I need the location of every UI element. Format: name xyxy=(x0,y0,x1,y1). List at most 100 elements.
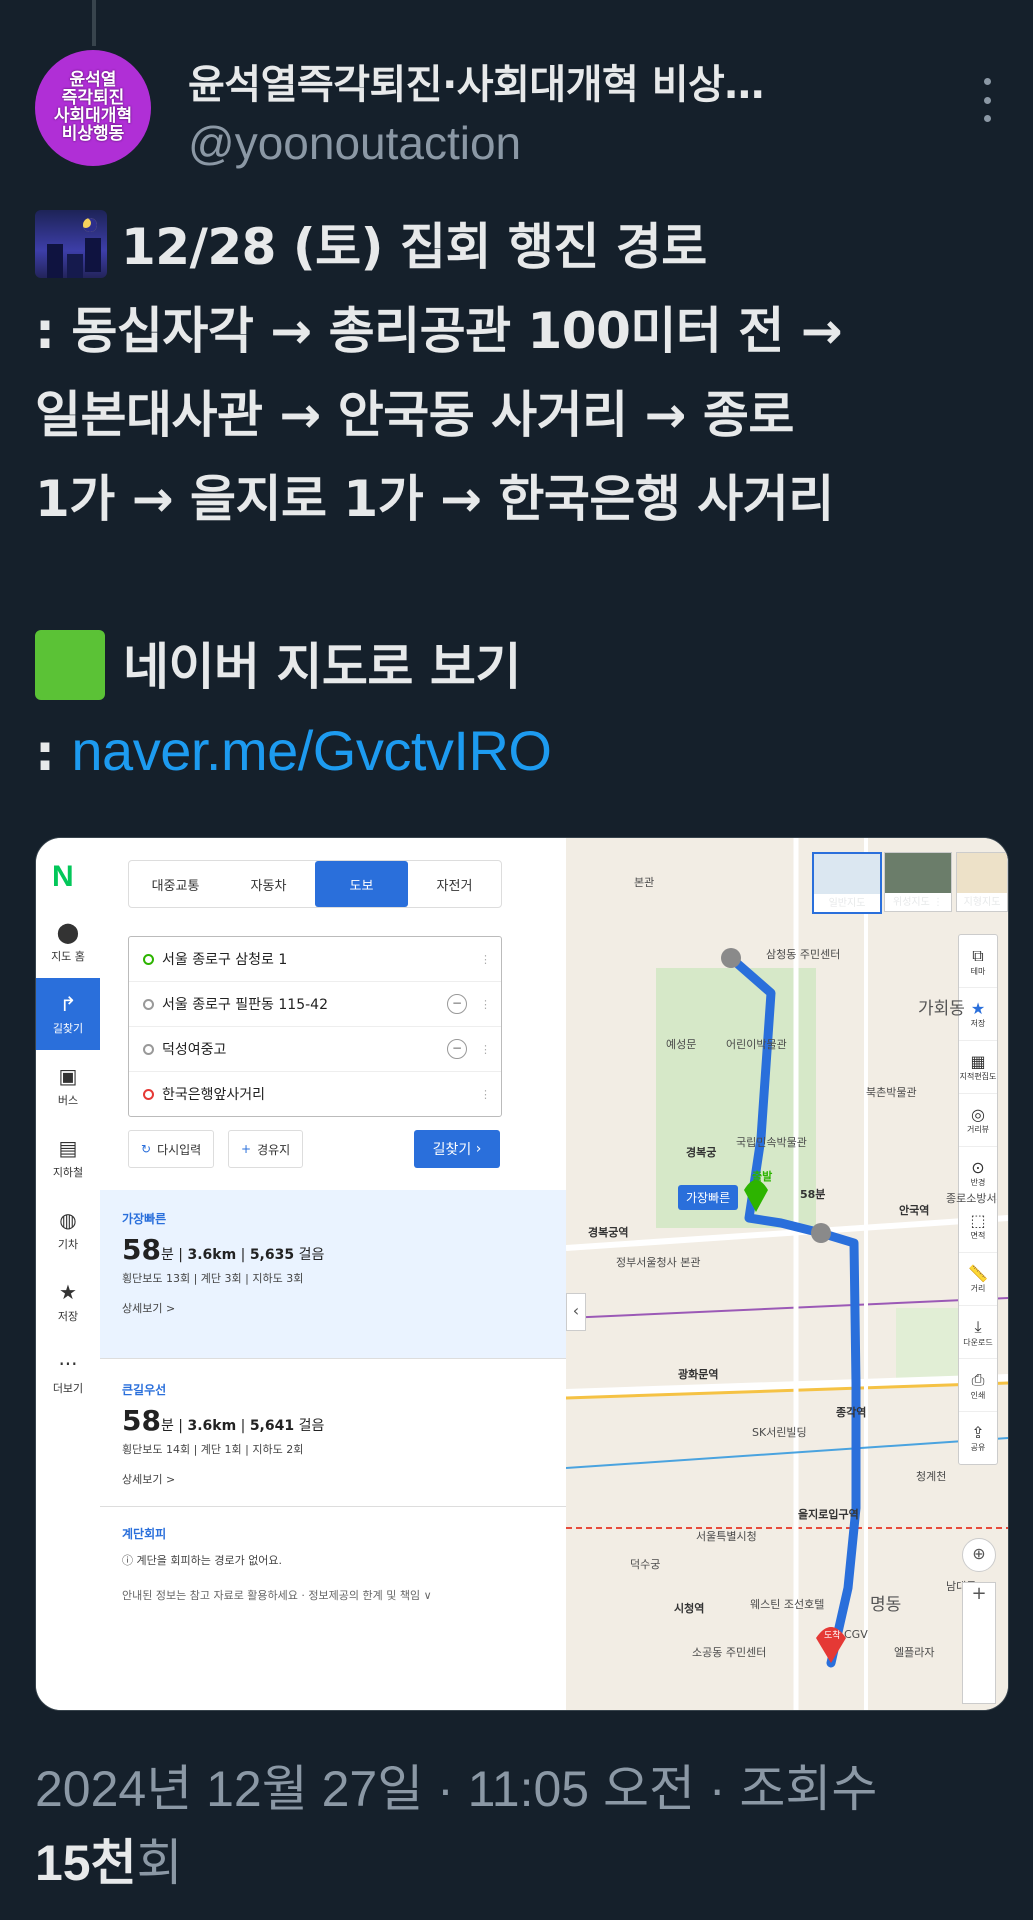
rail-item-home[interactable]: ⬤ 지도 홈 xyxy=(36,906,100,978)
tool-streetview[interactable]: ◎ 거리뷰 xyxy=(959,1094,997,1147)
current-location-icon[interactable]: ⊕ xyxy=(962,1538,996,1572)
rail-item-train[interactable]: ◍ 기차 xyxy=(36,1194,100,1266)
route-detail-link[interactable]: 상세보기 > xyxy=(122,1471,544,1487)
tab-label: 자동차 xyxy=(250,878,287,894)
search-route-button[interactable]: 길찾기 › xyxy=(414,1130,500,1168)
map-label: 명동 xyxy=(870,1595,902,1615)
map-label: 예성문 xyxy=(666,1038,697,1051)
tweet-line-6: 네이버 지도로 보기 xyxy=(123,638,521,696)
reset-button[interactable]: ↻ 다시입력 xyxy=(128,1130,215,1168)
author-display-name[interactable]: 윤석열즉각퇴진·사회대개혁 비상… xyxy=(188,52,764,110)
tweet-timestamp[interactable]: 2024년 12월 27일 · 11:05 오전 · 조회수 xyxy=(35,1761,877,1817)
tool-theme[interactable]: ⧉ 테마 xyxy=(959,935,997,988)
drag-handle-icon[interactable]: ⋮ xyxy=(480,998,491,1011)
rail-item-bus[interactable]: ▣ 버스 xyxy=(36,1050,100,1122)
night-city-emoji-icon xyxy=(35,210,107,278)
map-label: 청계천 xyxy=(916,1470,947,1483)
refresh-icon: ↻ xyxy=(141,1142,152,1156)
rail-label: 버스 xyxy=(57,1094,79,1107)
tweet-link[interactable]: naver.me/GvctvIRO xyxy=(71,719,552,782)
map-label: 종로소방서 xyxy=(946,1192,997,1205)
waypoint-via-1[interactable]: 서울 종로구 필판동 115-42 − ⋮ xyxy=(129,982,501,1027)
via-dot-icon xyxy=(143,1043,154,1055)
tool-distance[interactable]: 📏 거리 xyxy=(959,1253,997,1306)
map-label: 정부서울청사 본관 xyxy=(616,1256,701,1269)
tool-download[interactable]: ⤓ 다운로드 xyxy=(959,1306,997,1359)
add-waypoint-button[interactable]: + 경유지 xyxy=(228,1130,304,1168)
bus-icon: ▣ xyxy=(58,1064,78,1088)
rail-item-saved[interactable]: ★ 저장 xyxy=(36,1266,100,1338)
star-icon: ★ xyxy=(59,1280,77,1304)
rail-item-subway[interactable]: ▤ 지하철 xyxy=(36,1122,100,1194)
map-label: 경복궁 xyxy=(686,1146,717,1159)
media-image-naver-map[interactable]: N ⬤ 지도 홈 ↱ 길찾기 ▣ 버스 ▤ 지하철 ◍ 기차 ★ 저장 ··· 더보기 대중교… xyxy=(35,837,1009,1711)
route-option-main-road[interactable]: 큰길우선 58분 | 3.6km | 5,641 걸음 횡단보도 14회 | 계… xyxy=(100,1358,566,1506)
remove-icon[interactable]: − xyxy=(447,994,467,1014)
tab-label: 자전거 xyxy=(436,878,473,894)
tool-cadastral[interactable]: ▦ 지적편집도 xyxy=(959,1041,997,1094)
drag-handle-icon[interactable]: ⋮ xyxy=(480,1043,491,1056)
map-label: 웨스틴 조선호텔 xyxy=(750,1598,825,1611)
pin-icon: ⬤ xyxy=(56,920,80,944)
waypoint-end[interactable]: 한국은행앞사거리 ⋮ xyxy=(129,1072,501,1116)
waypoint-text: 한국은행앞사거리 xyxy=(162,1087,266,1103)
disclaimer-notice[interactable]: 안내된 정보는 참고 자료로 활용하세요 · 정보제공의 한계 및 책임 ∨ xyxy=(122,1587,542,1603)
area-icon: ⬚ xyxy=(970,1211,986,1230)
map-graphics xyxy=(566,838,1008,1710)
collapse-panel-icon[interactable]: ‹ xyxy=(566,1293,586,1331)
grid-icon: ▦ xyxy=(970,1052,986,1071)
star-icon: ★ xyxy=(970,999,986,1018)
map-type-terrain[interactable]: 지형지도 xyxy=(956,852,1008,912)
route-start-badge: 가장빠른 xyxy=(678,1185,739,1210)
map-thumb xyxy=(885,853,951,893)
tool-label: 저장 xyxy=(970,1019,986,1028)
map-type-label: 일반지도 xyxy=(828,898,866,909)
map-type-label: 지형지도 xyxy=(963,897,1001,908)
map-label: SK서린빌딩 xyxy=(752,1426,807,1439)
remove-icon[interactable]: − xyxy=(447,1039,467,1059)
route-summary: 58분 | 3.6km | 5,635 걸음 xyxy=(122,1233,325,1266)
route-option-fastest[interactable]: 가장빠른 58분 | 3.6km | 5,635 걸음 횡단보도 13회 | 계… xyxy=(100,1190,566,1358)
print-icon: ⎙ xyxy=(971,1369,985,1389)
map-thumb xyxy=(957,853,1007,893)
tool-share[interactable]: ⇪ 공유 xyxy=(959,1412,997,1464)
map-canvas[interactable]: 가장빠른 출발 58분 도착 일반지도 위성지도 ⋮ 지형지도 ⧉ 테마 ★ 저장 … xyxy=(566,838,1008,1710)
route-min-unit: 분 xyxy=(160,1418,174,1434)
more-options-icon[interactable] xyxy=(975,78,999,122)
route-steps-unit: 걸음 xyxy=(298,1418,325,1434)
tweet-line-1: 12/28 (토) 집회 행진 경로 xyxy=(121,218,707,276)
route-option-avoid-stairs: 계단회피 ⓘ 계단을 회피하는 경로가 없어요. xyxy=(100,1506,566,1586)
avatar[interactable]: 윤석열 즉각퇴진 사회대개혁 비상행동 xyxy=(35,50,151,166)
end-dot-icon xyxy=(143,1088,154,1100)
route-tag: 큰길우선 xyxy=(122,1383,167,1397)
tool-area[interactable]: ⬚ 면적 xyxy=(959,1200,997,1253)
tool-print[interactable]: ⎙ 인쇄 xyxy=(959,1359,997,1412)
drag-handle-icon[interactable]: ⋮ xyxy=(480,1088,491,1101)
map-type-normal[interactable]: 일반지도 xyxy=(812,852,882,914)
naver-logo-icon[interactable]: N xyxy=(52,860,84,893)
map-label: 가회동 xyxy=(918,999,965,1019)
route-details: 횡단보도 14회 | 계단 1회 | 지하도 2회 xyxy=(122,1443,304,1456)
zoom-control[interactable]: + xyxy=(962,1582,996,1704)
rail-label: 기차 xyxy=(57,1238,79,1251)
waypoint-start[interactable]: 서울 종로구 삼청로 1 ⋮ xyxy=(129,937,501,982)
rail-item-more[interactable]: ··· 더보기 xyxy=(36,1338,100,1410)
waypoint-via-2[interactable]: 덕성여중고 − ⋮ xyxy=(129,1027,501,1072)
route-detail-link[interactable]: 상세보기 > xyxy=(122,1300,544,1316)
rail-item-directions[interactable]: ↱ 길찾기 xyxy=(36,978,100,1050)
map-type-satellite[interactable]: 위성지도 ⋮ xyxy=(884,852,952,912)
route-tag: 계단회피 xyxy=(122,1527,167,1541)
radius-icon: ⊙ xyxy=(971,1158,985,1177)
tab-car[interactable]: 자동차 xyxy=(222,861,315,907)
tab-transit[interactable]: 대중교통 xyxy=(129,861,222,907)
route-details: 횡단보도 13회 | 계단 3회 | 지하도 3회 xyxy=(122,1272,304,1285)
tab-label: 대중교통 xyxy=(151,878,200,894)
author-handle[interactable]: @yoonoutaction xyxy=(188,116,521,170)
layers-icon: ⧉ xyxy=(972,945,984,965)
tab-walk[interactable]: 도보 xyxy=(315,861,408,907)
drag-handle-icon[interactable]: ⋮ xyxy=(480,953,491,966)
tab-bicycle[interactable]: 자전거 xyxy=(408,861,501,907)
route-steps: 5,635 xyxy=(249,1247,295,1263)
route-min-unit: 분 xyxy=(160,1247,174,1263)
start-dot-icon xyxy=(143,953,154,965)
